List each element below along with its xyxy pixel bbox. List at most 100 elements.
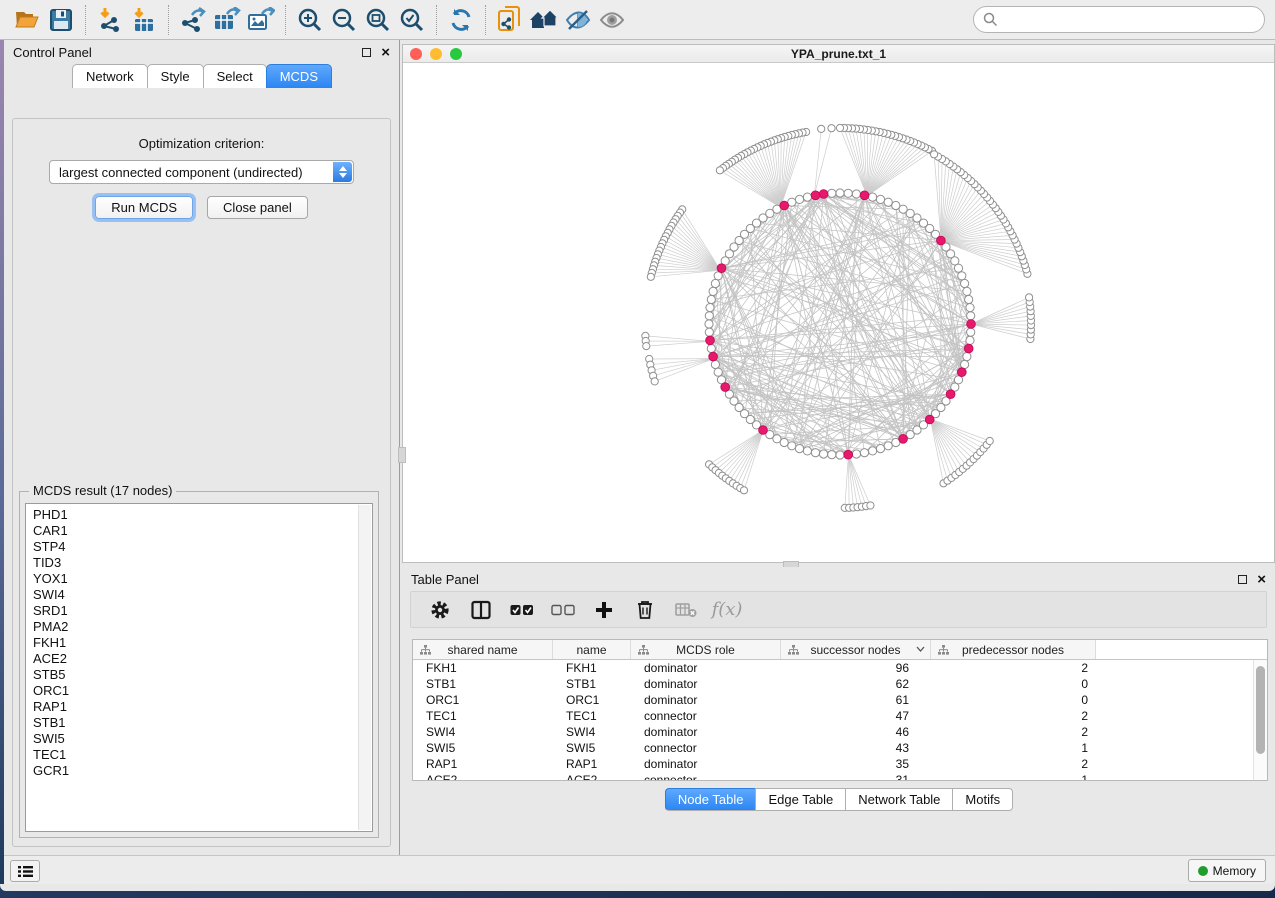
network-graph-canvas[interactable]	[403, 63, 1274, 562]
cell-name: FKH1	[553, 660, 631, 676]
optimization-criterion-label: Optimization criterion:	[13, 136, 390, 151]
export-image-icon[interactable]	[244, 4, 278, 36]
cell-MCDS-role: connector	[631, 740, 781, 756]
table-panel: Table Panel ×	[402, 567, 1275, 855]
mcds-result-item[interactable]: PHD1	[33, 507, 372, 523]
toolbar-separator	[485, 5, 486, 35]
column-header-MCDS-role[interactable]: MCDS role	[631, 640, 781, 659]
mcds-result-item[interactable]: GCR1	[33, 763, 372, 779]
show-all-icon[interactable]	[595, 4, 629, 36]
table-row[interactable]: STB1STB1dominator620	[413, 676, 1267, 692]
mcds-result-item[interactable]: ORC1	[33, 683, 372, 699]
zoom-selected-icon[interactable]	[395, 4, 429, 36]
tab-edge-table[interactable]: Edge Table	[755, 788, 846, 811]
open-file-icon[interactable]	[10, 4, 44, 36]
table-scrollbar-thumb[interactable]	[1256, 666, 1265, 754]
mcds-result-item[interactable]: ACE2	[33, 651, 372, 667]
import-table-icon[interactable]	[127, 4, 161, 36]
export-network-icon[interactable]	[176, 4, 210, 36]
tab-network[interactable]: Network	[72, 64, 148, 88]
function-builder-icon[interactable]: f(x)	[712, 595, 742, 625]
run-mcds-button[interactable]: Run MCDS	[95, 196, 193, 219]
share-session-icon[interactable]	[493, 4, 527, 36]
table-row[interactable]: FKH1FKH1dominator962	[413, 660, 1267, 676]
delete-column-icon[interactable]	[630, 595, 660, 625]
memory-label: Memory	[1213, 864, 1256, 878]
zoom-fit-icon[interactable]	[361, 4, 395, 36]
close-panel-button[interactable]: Close panel	[207, 196, 308, 219]
tab-style[interactable]: Style	[147, 64, 204, 88]
mcds-result-item[interactable]: TID3	[33, 555, 372, 571]
mcds-result-item[interactable]: TEC1	[33, 747, 372, 763]
zoom-in-icon[interactable]	[293, 4, 327, 36]
task-history-button[interactable]	[10, 860, 40, 882]
mcds-result-item[interactable]: STB1	[33, 715, 372, 731]
table-type-tabs: Node TableEdge TableNetwork TableMotifs	[402, 788, 1275, 811]
column-header-shared-name[interactable]: shared name	[413, 640, 553, 659]
table-row[interactable]: SWI5SWI5connector431	[413, 740, 1267, 756]
mcds-result-item[interactable]: SWI5	[33, 731, 372, 747]
close-panel-icon[interactable]: ×	[381, 45, 390, 60]
column-header-name[interactable]: name	[553, 640, 631, 659]
network-titlebar[interactable]: YPA_prune.txt_1	[403, 45, 1274, 63]
network-view-frame: YPA_prune.txt_1	[402, 44, 1275, 563]
mcds-list-scrollbar[interactable]	[358, 505, 371, 830]
table-row[interactable]: TEC1TEC1connector472	[413, 708, 1267, 724]
add-column-icon[interactable]	[589, 595, 619, 625]
table-scrollbar[interactable]	[1253, 660, 1267, 780]
table-options-gear-icon[interactable]	[425, 595, 455, 625]
show-columns-icon[interactable]	[466, 595, 496, 625]
column-header-predecessor-nodes[interactable]: predecessor nodes	[931, 640, 1096, 659]
search-box[interactable]	[973, 6, 1265, 33]
mcds-result-item[interactable]: PMA2	[33, 619, 372, 635]
export-table-icon[interactable]	[210, 4, 244, 36]
mcds-result-item[interactable]: STB5	[33, 667, 372, 683]
tree-level-icon	[638, 645, 649, 655]
select-stepper-icon[interactable]	[333, 162, 352, 182]
cell-shared-name: TEC1	[413, 708, 553, 724]
close-table-panel-icon[interactable]: ×	[1257, 572, 1266, 587]
mcds-result-item[interactable]: YOX1	[33, 571, 372, 587]
criterion-select[interactable]: largest connected component (undirected)	[49, 160, 354, 184]
mcds-result-item[interactable]: STP4	[33, 539, 372, 555]
float-table-panel-icon[interactable]	[1238, 575, 1247, 584]
cell-predecessor-nodes: 2	[931, 660, 1096, 676]
mcds-result-item[interactable]: RAP1	[33, 699, 372, 715]
refresh-view-icon[interactable]	[444, 4, 478, 36]
hide-unselected-icon[interactable]	[561, 4, 595, 36]
home-icon[interactable]	[527, 4, 561, 36]
node-table[interactable]: shared namenameMCDS rolesuccessor nodesp…	[412, 639, 1268, 781]
float-panel-icon[interactable]	[362, 48, 371, 57]
mcds-result-item[interactable]: SRD1	[33, 603, 372, 619]
mcds-result-item[interactable]: SWI4	[33, 587, 372, 603]
toolbar-separator	[436, 5, 437, 35]
column-header-successor-nodes[interactable]: successor nodes	[781, 640, 931, 659]
table-row[interactable]: ORC1ORC1dominator610	[413, 692, 1267, 708]
table-row[interactable]: RAP1RAP1dominator352	[413, 756, 1267, 772]
control-panel: Control Panel × NetworkStyleSelectMCDS O…	[4, 40, 400, 855]
cell-predecessor-nodes: 2	[931, 724, 1096, 740]
vertical-splitter-handle[interactable]	[398, 447, 406, 463]
tab-mcds[interactable]: MCDS	[266, 64, 332, 88]
criterion-value: largest connected component (undirected)	[59, 165, 303, 180]
cell-shared-name: ACE2	[413, 772, 553, 781]
table-row[interactable]: SWI4SWI4dominator462	[413, 724, 1267, 740]
zoom-out-icon[interactable]	[327, 4, 361, 36]
tab-motifs[interactable]: Motifs	[952, 788, 1013, 811]
main-toolbar	[0, 0, 1275, 40]
save-session-icon[interactable]	[44, 4, 78, 36]
mcds-tab-content: Optimization criterion: largest connecte…	[12, 118, 391, 847]
select-all-checkboxes-icon[interactable]	[507, 595, 537, 625]
tab-select[interactable]: Select	[203, 64, 267, 88]
memory-button[interactable]: Memory	[1188, 859, 1266, 882]
table-row[interactable]: ACE2ACE2connector311	[413, 772, 1267, 781]
import-network-icon[interactable]	[93, 4, 127, 36]
search-input[interactable]	[1004, 12, 1255, 27]
mcds-result-item[interactable]: CAR1	[33, 523, 372, 539]
mcds-result-list[interactable]: PHD1CAR1STP4TID3YOX1SWI4SRD1PMA2FKH1ACE2…	[25, 503, 373, 832]
delete-table-icon[interactable]	[671, 595, 701, 625]
tab-network-table[interactable]: Network Table	[845, 788, 953, 811]
deselect-all-checkboxes-icon[interactable]	[548, 595, 578, 625]
mcds-result-item[interactable]: FKH1	[33, 635, 372, 651]
tab-node-table[interactable]: Node Table	[665, 788, 757, 811]
